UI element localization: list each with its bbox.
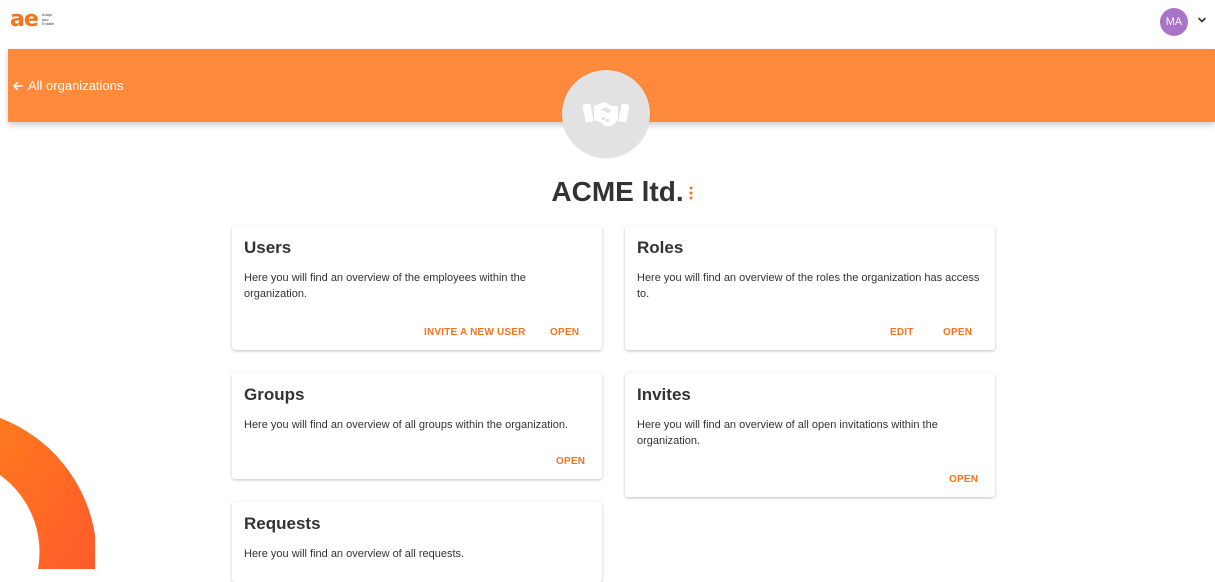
users-card: Users Here you will find an overview of …: [232, 226, 602, 350]
organization-name: ACME ltd.: [551, 176, 684, 207]
card-description: Here you will find an overview of all gr…: [244, 419, 569, 431]
card-title: Requests: [244, 514, 321, 533]
card-description: Here you will find an overview of the ro…: [637, 272, 980, 300]
groups-open-button[interactable]: OPEN: [556, 456, 585, 467]
user-avatar[interactable]: MA: [1160, 8, 1188, 36]
back-link-label: All organizations: [28, 78, 124, 93]
card-title: Roles: [637, 238, 684, 257]
handshake-icon: [582, 102, 630, 126]
card-title: Groups: [244, 385, 305, 404]
card-description: Here you will find an overview of all re…: [244, 548, 465, 560]
back-to-organizations-link[interactable]: All organizations: [12, 78, 123, 93]
roles-card: Roles Here you will find an overview of …: [625, 226, 995, 350]
chevron-down-icon[interactable]: [1196, 14, 1208, 26]
organization-header: ACME ltd.: [0, 176, 1215, 208]
roles-edit-button[interactable]: EDIT: [890, 327, 914, 338]
users-open-button[interactable]: OPEN: [550, 327, 579, 338]
invites-card: Invites Here you will find an overview o…: [625, 373, 995, 497]
more-options-icon[interactable]: [686, 185, 696, 201]
invites-open-button[interactable]: OPEN: [949, 474, 978, 485]
roles-open-button[interactable]: OPEN: [943, 327, 972, 338]
app-logo[interactable]: ae Adapt and Enable: [10, 7, 62, 32]
decorative-arc: [0, 418, 95, 569]
invite-new-user-button[interactable]: INVITE A NEW USER: [424, 327, 526, 338]
arrow-left-icon: [13, 81, 23, 90]
top-bar: ae Adapt and Enable MA: [0, 0, 1215, 48]
card-title: Users: [244, 238, 292, 257]
card-description: Here you will find an overview of all op…: [637, 419, 938, 447]
card-title: Invites: [637, 385, 691, 404]
logo-tagline: Adapt and Enable: [41, 12, 55, 27]
requests-card: Requests Here you will find an overview …: [232, 502, 602, 582]
card-description: Here you will find an overview of the em…: [244, 272, 526, 300]
groups-card: Groups Here you will find an overview of…: [232, 373, 602, 479]
logo-mark: ae: [10, 7, 39, 32]
organization-avatar: [562, 70, 650, 158]
